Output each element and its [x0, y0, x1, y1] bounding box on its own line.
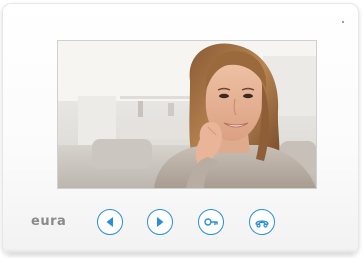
device-edge: [6, 249, 355, 254]
eura-logo: eura: [31, 214, 67, 229]
next-button[interactable]: [147, 209, 173, 235]
intercom-monitor: eura: [2, 3, 359, 254]
key-unlock-icon: [204, 218, 218, 226]
call-button[interactable]: [249, 209, 275, 235]
next-arrow-icon: [157, 217, 164, 227]
indicator-led: [342, 21, 344, 23]
video-screen: [57, 40, 317, 189]
unlock-button[interactable]: [198, 209, 224, 235]
previous-arrow-icon: [106, 217, 113, 227]
handset-icon: [255, 220, 269, 228]
previous-button[interactable]: [97, 209, 123, 235]
video-feed-image: [58, 41, 316, 188]
